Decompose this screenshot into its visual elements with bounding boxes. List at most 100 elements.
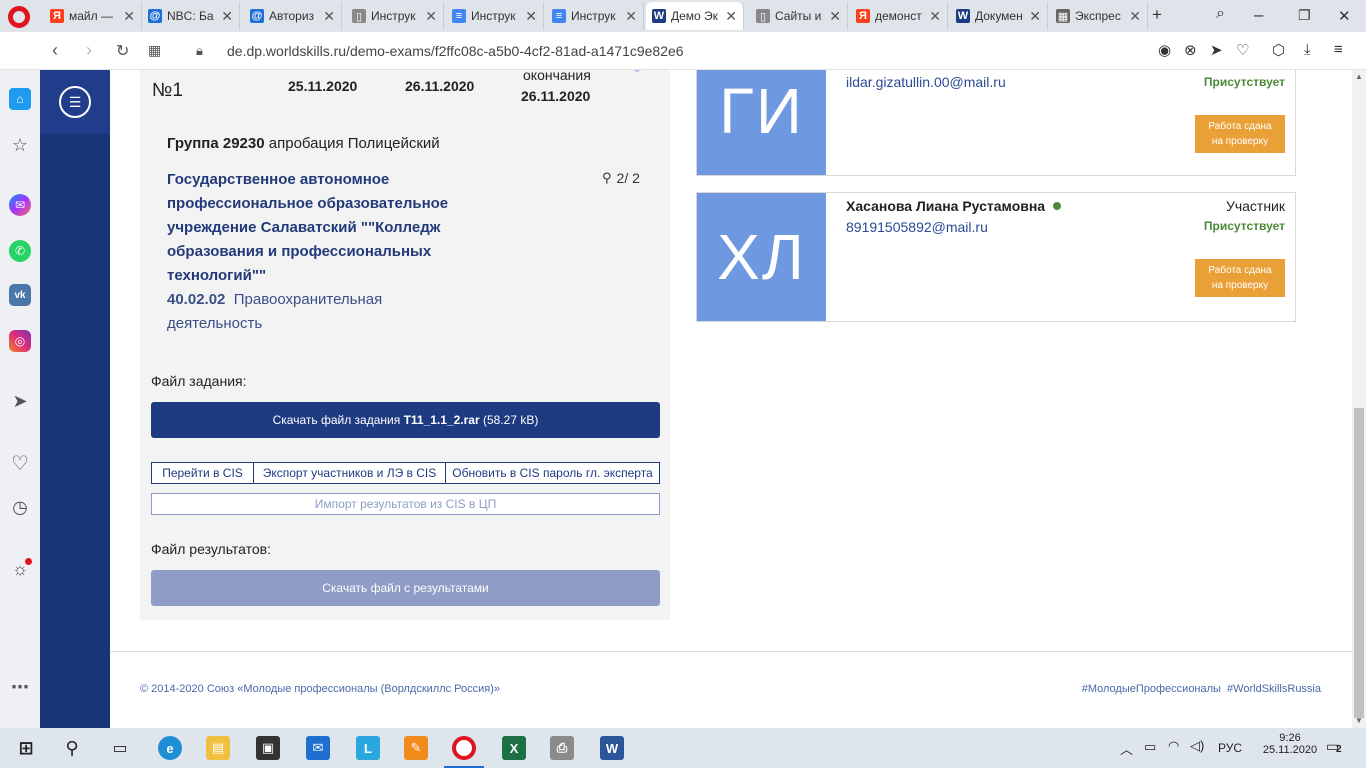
scrollbar-thumb[interactable] xyxy=(1354,408,1364,718)
opera-taskbar-icon[interactable] xyxy=(452,736,476,760)
send-icon[interactable]: ➤ xyxy=(9,390,31,412)
snapshot-icon[interactable]: ◉ xyxy=(1158,41,1171,59)
instagram-icon[interactable]: ◎ xyxy=(9,330,31,352)
tab-close-icon[interactable]: ✕ xyxy=(221,8,233,25)
menu-button[interactable]: ☰ xyxy=(40,70,110,134)
language-indicator[interactable]: РУС xyxy=(1218,741,1242,755)
tab-close-icon[interactable]: ✕ xyxy=(123,8,135,25)
reload-icon[interactable]: ↻ xyxy=(116,41,129,61)
new-tab-icon[interactable]: + xyxy=(1152,5,1162,25)
heart-icon[interactable]: ♡ xyxy=(9,452,31,475)
tab-label: майл — xyxy=(69,9,113,23)
browser-tab[interactable]: @ NBC: Ба ✕ xyxy=(142,2,240,30)
tab-close-icon[interactable]: ✕ xyxy=(1029,8,1041,25)
user-icon: ⚲ xyxy=(602,170,612,185)
download-icon[interactable]: ⤓ xyxy=(1304,41,1311,58)
star-icon[interactable]: ☆ xyxy=(9,134,31,156)
tab-favicon-icon: Я xyxy=(856,9,870,23)
windows-start-icon[interactable]: ⊞ xyxy=(14,736,38,760)
work-submitted-button[interactable]: Работа сдана на проверку xyxy=(1195,259,1285,297)
footer-copyright: © 2014-2020 Союз «Молодые профессионалы … xyxy=(140,683,501,695)
browser-tab-active[interactable]: W Демо Эк ✕ xyxy=(646,2,744,30)
more-icon[interactable]: ⋯ xyxy=(9,676,31,698)
close-window-icon[interactable]: ✕ xyxy=(1338,7,1351,25)
tab-label: Авториз xyxy=(269,9,315,23)
tab-label: NBC: Ба xyxy=(167,9,214,23)
institution-name[interactable]: Государственное автономное профессиональ… xyxy=(167,168,467,288)
tab-close-icon[interactable]: ✕ xyxy=(929,8,941,25)
status-badge: Присутствует xyxy=(1203,75,1285,89)
lock-icon: 🔒︎ xyxy=(196,43,203,58)
tab-close-icon[interactable]: ✕ xyxy=(425,8,437,25)
page-scrollbar[interactable]: ▲ ▼ xyxy=(1352,70,1366,728)
url-field[interactable]: de.dp.worldskills.ru/demo-exams/f2ffc08c… xyxy=(227,43,684,59)
edge-icon[interactable]: e xyxy=(158,736,182,760)
search-tabs-icon[interactable]: ⌕ xyxy=(1216,5,1225,23)
tab-favicon-icon: W xyxy=(956,9,970,23)
mail-icon[interactable]: ✉ xyxy=(306,736,330,760)
printer-icon[interactable]: ⎙ xyxy=(550,736,574,760)
chevron-up-icon[interactable]: ︿ xyxy=(1120,739,1133,758)
browser-tab[interactable]: ▦ Экспрес ✕ xyxy=(1050,2,1148,30)
clock-date: 25.11.2020 xyxy=(1262,744,1318,756)
specialty: 40.02.02 Правоохранительная деятельность xyxy=(167,288,447,336)
app-icon[interactable]: ✎ xyxy=(404,736,428,760)
battery-icon[interactable]: ▭ xyxy=(1144,739,1156,755)
back-icon[interactable]: ‹ xyxy=(52,40,58,61)
task-file-label: Файл задания: xyxy=(151,373,247,389)
tab-close-icon[interactable]: ✕ xyxy=(829,8,841,25)
store-icon[interactable]: ▣ xyxy=(256,736,280,760)
heart-icon[interactable]: ♡ xyxy=(1236,41,1249,59)
volume-icon[interactable]: ◁) xyxy=(1190,738,1204,754)
search-icon[interactable]: ⚲ xyxy=(60,736,84,760)
task-view-icon[interactable]: ▭ xyxy=(108,736,132,760)
speed-dial-icon[interactable]: ▦ xyxy=(148,42,161,59)
notifications-count: 2 xyxy=(1336,744,1342,755)
wifi-icon[interactable]: ◠ xyxy=(1168,738,1179,754)
work-submitted-button[interactable]: Работа сдана на проверку xyxy=(1195,115,1285,153)
menu-icon[interactable]: ≡ xyxy=(1334,41,1343,58)
go-to-cis-button[interactable]: Перейти в CIS xyxy=(151,462,254,484)
whatsapp-icon[interactable]: ✆ xyxy=(9,240,31,262)
tab-close-icon[interactable]: ✕ xyxy=(725,8,737,25)
scroll-up-icon[interactable]: ▲ xyxy=(1355,72,1363,81)
send-icon[interactable]: ➤ xyxy=(1210,41,1223,59)
browser-tab[interactable]: ▯ Сайты и ✕ xyxy=(750,2,848,30)
participant-email: ildar.gizatullin.00@mail.ru xyxy=(846,74,1006,90)
browser-tab[interactable]: W Докумен ✕ xyxy=(950,2,1048,30)
l-app-icon[interactable]: L xyxy=(356,736,380,760)
tab-close-icon[interactable]: ✕ xyxy=(625,8,637,25)
restore-window-icon[interactable]: ❐ xyxy=(1298,7,1311,24)
browser-tab[interactable]: Я демонст ✕ xyxy=(850,2,948,30)
import-results-button[interactable]: Импорт результатов из CIS в ЦП xyxy=(151,493,660,515)
update-expert-password-button[interactable]: Обновить в CIS пароль гл. эксперта xyxy=(445,462,660,484)
tab-close-icon[interactable]: ✕ xyxy=(525,8,537,25)
browser-tab[interactable]: @ Авториз ✕ xyxy=(244,2,342,30)
word-icon[interactable]: W xyxy=(600,736,624,760)
tab-close-icon[interactable]: ✕ xyxy=(1129,8,1141,25)
browser-tab[interactable]: ≡ Инструк ✕ xyxy=(446,2,544,30)
chevron-down-icon[interactable]: ﹀ xyxy=(630,70,644,84)
download-task-button[interactable]: Скачать файл задания T11_1.1_2.rar (58.2… xyxy=(151,402,660,438)
browser-tab[interactable]: ▯ Инструк ✕ xyxy=(346,2,444,30)
tab-close-icon[interactable]: ✕ xyxy=(323,8,335,25)
export-to-cis-button[interactable]: Экспорт участников и ЛЭ в CIS xyxy=(253,462,446,484)
clock[interactable]: 9:26 25.11.2020 xyxy=(1263,732,1317,756)
opera-logo-icon[interactable] xyxy=(8,6,30,28)
browser-tab[interactable]: Я майл — ✕ xyxy=(44,2,142,30)
download-results-button[interactable]: Скачать файл с результатами xyxy=(151,570,660,606)
box-icon[interactable]: ⬡ xyxy=(1272,41,1285,59)
participant-name-row: Хасанова Лиана Рустамовна xyxy=(846,198,1062,214)
home-icon[interactable]: ⌂ xyxy=(9,88,31,110)
adblock-icon[interactable]: ⊗ xyxy=(1184,41,1197,59)
file-explorer-icon[interactable]: ▤ xyxy=(206,736,230,760)
minimize-window-icon[interactable]: – xyxy=(1254,5,1263,25)
messenger-icon[interactable]: ✉ xyxy=(9,194,31,216)
history-icon[interactable]: ◷ xyxy=(9,496,31,518)
footer-hashtags[interactable]: #МолодыеПрофессионалы #WorldSkillsRussia xyxy=(1082,683,1321,695)
browser-tab[interactable]: ≡ Инструк ✕ xyxy=(546,2,644,30)
excel-icon[interactable]: X xyxy=(502,736,526,760)
vk-icon[interactable]: vk xyxy=(9,284,31,306)
scroll-down-icon[interactable]: ▼ xyxy=(1355,716,1363,725)
forward-icon[interactable]: › xyxy=(86,40,92,61)
